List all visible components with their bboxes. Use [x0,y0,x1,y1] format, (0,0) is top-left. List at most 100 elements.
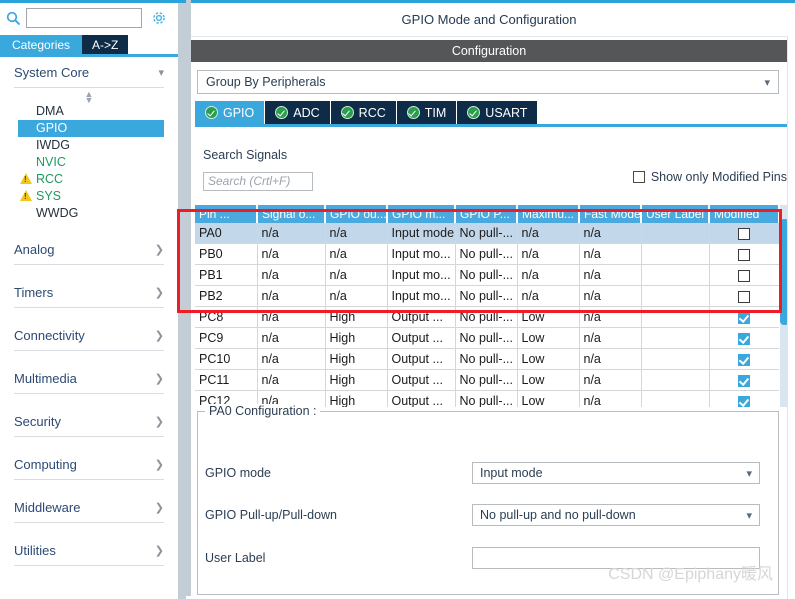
column-header-modified[interactable]: Modified [709,205,779,223]
sidebar-group-timers[interactable]: Timers ❯ [14,277,164,308]
cell-user_label [641,285,710,307]
cell-modified[interactable] [709,223,779,244]
checkbox-unchecked-icon[interactable] [738,290,750,303]
column-header-gpio-output-level[interactable]: GPIO ou... [325,205,388,223]
warning-icon [20,190,32,201]
checkbox-unchecked-icon[interactable] [738,248,750,261]
field-label: User Label [205,551,266,565]
cell-pin: PB2 [195,285,258,307]
chevron-down-icon: ▾ [158,66,164,79]
cell-mode: Input mo... [387,285,456,307]
sidebar-group-analog[interactable]: Analog ❯ [14,234,164,265]
search-signals-input[interactable]: Search (Crtl+F) [203,172,313,191]
cell-max: Low [517,306,580,328]
tab-tim[interactable]: TIM [396,101,458,124]
cell-signal: n/a [257,306,326,328]
scrollbar-track[interactable] [787,36,795,599]
cell-max: n/a [517,243,580,265]
sidebar-item-sys[interactable]: SYS [0,188,178,205]
column-header-maximum-speed[interactable]: Maximu... [517,205,580,223]
gpio-pull-select[interactable]: No pull-up and no pull-down ▾ [472,504,760,526]
sidebar-group-middleware[interactable]: Middleware ❯ [14,492,164,523]
checkbox-checked-icon[interactable] [738,395,750,407]
cell-pull: No pull-... [455,243,518,265]
cell-pin: PC8 [195,306,258,328]
column-header-user-label[interactable]: User Label [641,205,710,223]
checkbox-checked-icon[interactable] [738,332,750,345]
table-row[interactable]: PB0 n/a n/a Input mo... No pull-... n/a n/a [195,243,779,265]
pins-table-container: Pin ... Signal o... GPIO ou... GPIO m...… [195,205,779,407]
sidebar-item-rcc[interactable]: RCC [0,171,178,188]
tab-rcc[interactable]: RCC [330,101,397,124]
tab-adc[interactable]: ADC [265,101,331,124]
cell-output: High [325,369,388,391]
sidebar-group-label: Analog [14,241,55,257]
cell-modified[interactable] [709,327,779,349]
chevron-right-icon: ❯ [154,415,164,428]
cell-modified[interactable] [709,306,779,328]
column-header-signal-on-pin[interactable]: Signal o... [257,205,326,223]
sidebar-scrollbar[interactable] [178,3,186,599]
tab-a-to-z[interactable]: A->Z [82,35,129,56]
search-input[interactable] [26,8,142,28]
sidebar-group-multimedia[interactable]: Multimedia ❯ [14,363,164,394]
cell-modified[interactable] [709,264,779,286]
sidebar-item-wwdg[interactable]: WWDG [0,205,178,222]
table-row[interactable]: PC10 n/a High Output ... No pull-... Low n/a [195,348,779,370]
cell-modified[interactable] [709,285,779,307]
cell-signal: n/a [257,264,326,286]
show-only-modified-pins-checkbox[interactable] [632,171,645,183]
cell-modified[interactable] [709,243,779,265]
tab-categories[interactable]: Categories [0,35,83,56]
cell-user_label [641,264,710,286]
cell-modified[interactable] [709,369,779,391]
cell-fast: n/a [579,369,642,391]
cell-pull: No pull-... [455,264,518,286]
sidebar-item-dma[interactable]: DMA [0,103,178,120]
table-row[interactable]: PC9 n/a High Output ... No pull-... Low n/a [195,327,779,349]
table-row[interactable]: PB1 n/a n/a Input mo... No pull-... n/a n/a [195,264,779,286]
tab-usart[interactable]: USART [457,101,539,124]
checkbox-checked-icon[interactable] [738,374,750,387]
table-row[interactable]: PC8 n/a High Output ... No pull-... Low n/a [195,306,779,328]
tab-label: ADC [293,105,320,120]
field-gpio-pull: GPIO Pull-up/Pull-down No pull-up and no… [191,504,773,526]
checkbox-unchecked-icon[interactable] [738,269,750,282]
cell-modified[interactable] [709,390,779,407]
gear-icon[interactable] [142,3,176,33]
cell-modified[interactable] [709,348,779,370]
table-row[interactable]: PA0 n/a n/a Input mode No pull-... n/a n/a [195,223,779,244]
column-header-pin[interactable]: Pin ... [195,205,258,223]
sidebar-group-security[interactable]: Security ❯ [14,406,164,437]
cell-mode: Output ... [387,369,456,391]
search-icon[interactable] [0,3,26,33]
checkbox-unchecked-icon[interactable] [738,227,750,240]
sidebar-group-computing[interactable]: Computing ❯ [14,449,164,480]
gpio-mode-select[interactable]: Input mode ▾ [472,462,760,484]
cell-output: n/a [325,243,388,265]
field-gpio-mode: GPIO mode Input mode ▾ [191,462,773,484]
scroll-up-indicator[interactable]: ▲ ▼ [0,88,178,105]
checkbox-checked-icon[interactable] [738,311,750,324]
table-row[interactable]: PB2 n/a n/a Input mo... No pull-... n/a n/a [195,285,779,307]
show-only-modified-pins-row[interactable]: Show only Modified Pins [632,170,787,184]
sidebar-group-connectivity[interactable]: Connectivity ❯ [14,320,164,351]
sidebar-item-nvic[interactable]: NVIC [0,154,178,171]
cell-pull: No pull-... [455,390,518,407]
table-row[interactable]: PC11 n/a High Output ... No pull-... Low n/a [195,369,779,391]
group-by-select[interactable]: Group By Peripherals ▾ [197,70,779,94]
column-header-gpio-pull[interactable]: GPIO P... [455,205,518,223]
column-header-fast-mode[interactable]: Fast Mode [579,205,642,223]
sidebar-item-gpio[interactable]: GPIO [18,120,164,137]
sidebar-item-iwdg[interactable]: IWDG [0,137,178,154]
checkbox-checked-icon[interactable] [738,353,750,366]
main-scrollbar[interactable] [787,3,795,599]
column-header-gpio-mode[interactable]: GPIO m... [387,205,456,223]
tab-gpio[interactable]: GPIO [195,101,266,124]
sidebar-group-system-core[interactable]: System Core ▾ [14,57,164,88]
sidebar-group-utilities[interactable]: Utilities ❯ [14,535,164,566]
sidebar-item-label: RCC [36,172,64,186]
